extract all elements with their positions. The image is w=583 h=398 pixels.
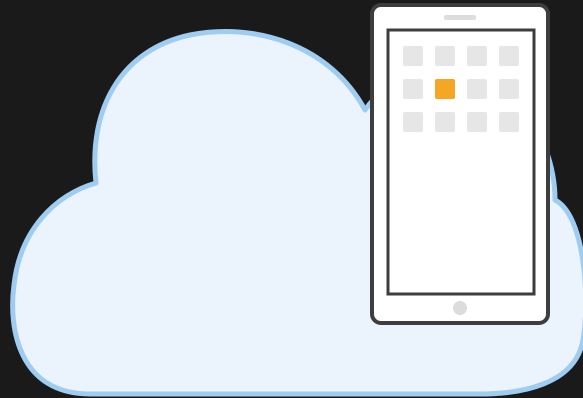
app-tile bbox=[435, 112, 455, 132]
app-tile bbox=[435, 46, 455, 66]
home-button bbox=[453, 301, 467, 315]
app-tile-highlighted bbox=[435, 79, 455, 99]
cloud-phone-illustration bbox=[10, 3, 583, 397]
app-tile bbox=[499, 79, 519, 99]
app-tile bbox=[467, 79, 487, 99]
app-tile bbox=[403, 79, 423, 99]
app-tile bbox=[467, 112, 487, 132]
phone-screen bbox=[386, 28, 536, 296]
illustration-canvas bbox=[0, 0, 583, 398]
app-tile bbox=[499, 112, 519, 132]
app-tile bbox=[403, 46, 423, 66]
app-tile bbox=[499, 46, 519, 66]
app-tile bbox=[403, 112, 423, 132]
app-tile bbox=[467, 46, 487, 66]
speaker-slot bbox=[444, 15, 476, 20]
